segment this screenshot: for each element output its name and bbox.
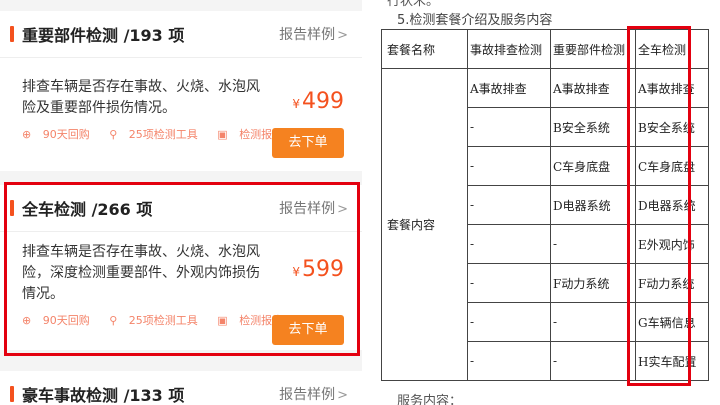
- table-cell: A事故排查: [550, 68, 636, 108]
- row-label: 套餐内容: [381, 68, 468, 381]
- feature-label: 90天回购: [42, 128, 90, 141]
- price-value: 499: [302, 89, 344, 114]
- chevron-right-icon: >: [337, 28, 348, 43]
- table-cell: -: [467, 185, 551, 225]
- order-button[interactable]: 去下单: [272, 128, 344, 158]
- cut-off-text: 行状禾。: [387, 0, 440, 9]
- feature-buyback: ⊕ 90天回购: [22, 128, 98, 141]
- table-cell: B安全系统: [550, 107, 636, 147]
- currency-symbol: ¥: [292, 97, 300, 111]
- table-cell: F动力系统: [550, 263, 636, 303]
- table-cell: -: [550, 302, 636, 342]
- table-header-cell: 套餐名称: [381, 29, 468, 69]
- highlight-box: [627, 26, 691, 386]
- card-header: 豪车事故检测 /133 项 报告样例 >: [0, 371, 362, 405]
- table-header-cell: 事故排查检测: [467, 29, 551, 69]
- table-cell: -: [467, 263, 551, 303]
- section-heading: 5.检测套餐介绍及服务内容: [397, 13, 553, 28]
- table-cell: -: [467, 146, 551, 186]
- table-cell: -: [467, 107, 551, 147]
- accent-bar: [10, 26, 14, 42]
- table-header-cell: 重要部件检测: [550, 29, 636, 69]
- report-sample-link[interactable]: 报告样例 >: [279, 24, 348, 44]
- report-sample-link[interactable]: 报告样例 >: [279, 384, 348, 404]
- table-cell: -: [467, 341, 551, 381]
- accent-bar: [10, 386, 14, 402]
- table-cell: A事故排查: [467, 68, 551, 108]
- service-content-label: 服务内容：: [397, 394, 463, 405]
- table-cell: -: [467, 224, 551, 264]
- package-card-luxury[interactable]: 豪车事故检测 /133 项 报告样例 >: [0, 371, 362, 405]
- price: ¥499: [292, 89, 344, 114]
- table-cell: -: [550, 341, 636, 381]
- tools-icon: ⚲: [109, 128, 118, 141]
- card-description: 排查车辆是否存在事故、火烧、水泡风险及重要部件损伤情况。: [22, 79, 260, 116]
- table-cell: -: [550, 224, 636, 264]
- report-sample-label: 报告样例: [279, 27, 336, 43]
- report-icon: ▣: [217, 128, 228, 141]
- document-panel: 行状禾。 5.检测套餐介绍及服务内容 套餐名称 事故排查检测 重要部件检测 全车…: [363, 0, 720, 405]
- card-title: 豪车事故检测 /133 项: [22, 386, 185, 405]
- table-cell: D电器系统: [550, 185, 636, 225]
- feature-list: ⊕ 90天回购 ⚲ 25项检测工具 ▣ 检测报告: [22, 126, 299, 142]
- table-cell: -: [467, 302, 551, 342]
- chevron-right-icon: >: [337, 388, 348, 403]
- card-title: 重要部件检测 /193 项: [22, 26, 185, 45]
- table-cell: C车身底盘: [550, 146, 636, 186]
- package-card-parts[interactable]: 重要部件检测 /193 项 报告样例 > 排查车辆是否存在事故、火烧、水泡风险及重…: [0, 11, 362, 171]
- highlight-box: [4, 182, 360, 356]
- feature-label: 25项检测工具: [128, 128, 198, 141]
- return-icon: ⊕: [22, 128, 32, 141]
- card-header: 重要部件检测 /193 项 报告样例 >: [0, 11, 362, 58]
- feature-tools: ⚲ 25项检测工具: [109, 128, 206, 141]
- report-sample-label: 报告样例: [279, 387, 336, 403]
- package-list-panel: 重要部件检测 /193 项 报告样例 > 排查车辆是否存在事故、火烧、水泡风险及重…: [0, 0, 362, 405]
